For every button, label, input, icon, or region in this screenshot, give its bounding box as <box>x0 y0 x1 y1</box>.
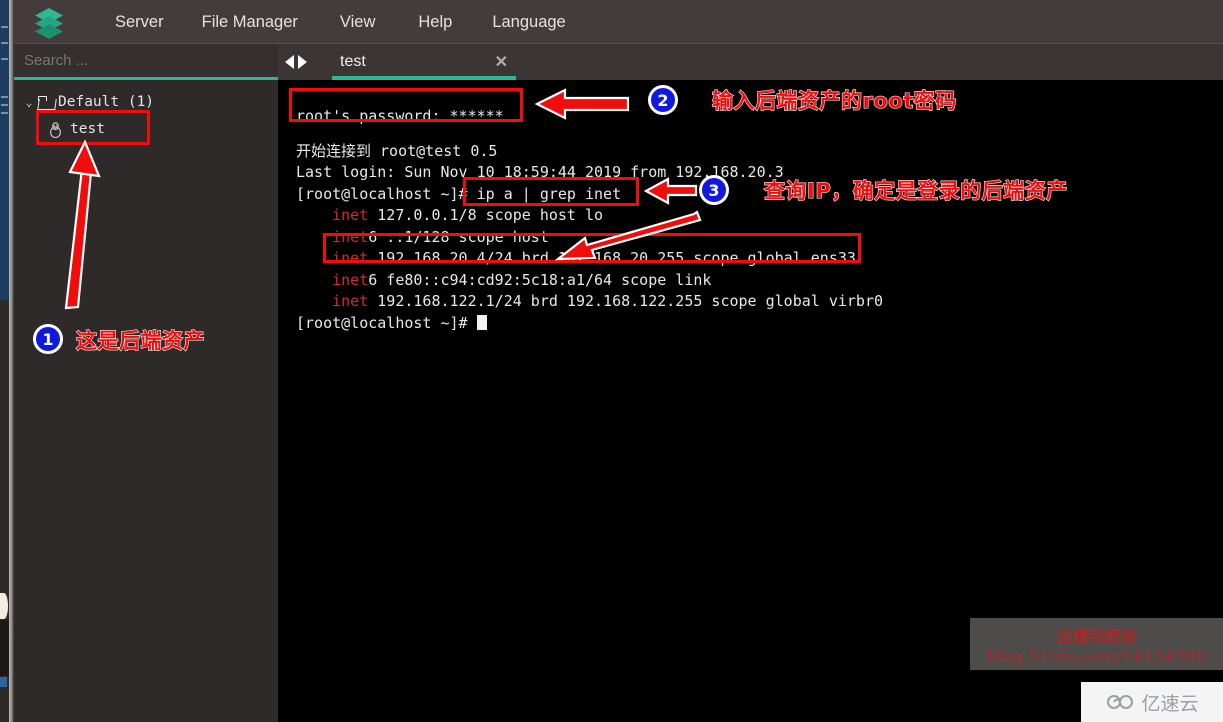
background-window-dark <box>0 620 9 676</box>
linux-tux-icon <box>50 121 61 138</box>
tree-group-default[interactable]: ⌄ Default (1) <box>14 89 278 115</box>
tree-item-label: test <box>70 121 105 137</box>
close-icon[interactable]: ✕ <box>495 52 508 72</box>
remote-terminal-app-window: Server File Manager View Help Language ⌄… <box>0 0 1223 722</box>
terminal-line: inet6 fe80::c94:cd92:5c18:a1/64 scope li… <box>296 270 1223 292</box>
menu-bar: Server File Manager View Help Language <box>9 0 1223 44</box>
terminal-match-text: inet <box>332 249 369 267</box>
app-logo <box>9 5 89 39</box>
terminal-match-text: inet <box>332 227 369 246</box>
search-accent-underline <box>14 77 278 80</box>
tree-item-test[interactable]: test <box>14 115 278 143</box>
tab-test[interactable]: test ✕ <box>314 44 522 80</box>
terminal-text: [root@localhost ~]# ip a | grep inet <box>296 184 622 203</box>
folder-open-icon <box>38 95 55 109</box>
sidebar: ⌄ Default (1) test <box>14 44 278 722</box>
watermark-author: 吕建钊原创 <box>1056 626 1137 646</box>
terminal-match-text: inet <box>332 292 369 310</box>
terminal-line: 开始连接到 root@test 0.5 <box>296 141 1223 163</box>
terminal-match-text: inet <box>332 270 369 289</box>
menu-item-server[interactable]: Server <box>115 13 164 32</box>
terminal-line: [root@localhost ~]# ip a | grep inet <box>296 184 1223 206</box>
terminal-line: root's password: ****** <box>296 106 1223 128</box>
window-edge-shadow <box>9 0 14 722</box>
background-window-lines <box>0 0 9 300</box>
terminal-text: 6 ::1/128 scope host <box>368 227 549 246</box>
terminal-text: [root@localhost ~]# <box>296 313 477 332</box>
terminal-text: 开始连接到 root@test 0.5 <box>296 141 498 160</box>
tab-bar-empty-space <box>522 44 1223 80</box>
menu-item-view[interactable]: View <box>340 13 375 32</box>
menu-bar-divider <box>9 43 1223 44</box>
tab-bar: test ✕ <box>278 44 1223 80</box>
terminal-match-text: inet <box>332 206 369 224</box>
menu-item-help[interactable]: Help <box>418 13 452 32</box>
terminal-line: Last login: Sun Nov 10 18:59:44 2019 fro… <box>296 162 1223 184</box>
menu-item-language[interactable]: Language <box>492 13 565 32</box>
server-tree: ⌄ Default (1) test <box>14 77 278 143</box>
tree-group-label: Default (1) <box>58 94 155 110</box>
terminal-cursor <box>476 314 487 330</box>
search-box[interactable] <box>14 44 278 80</box>
menu-item-file-manager[interactable]: File Manager <box>202 13 298 32</box>
terminal-text: 192.168.20.4/24 brd 192.168.20.255 scope… <box>368 249 856 267</box>
chevron-down-icon[interactable]: ⌄ <box>20 96 38 109</box>
terminal-text: 6 fe80::c94:cd92:5c18:a1/64 scope link <box>368 270 712 289</box>
left-right-arrows-icon[interactable] <box>281 53 311 71</box>
terminal-line: [root@localhost ~]# <box>296 313 1223 335</box>
site-brand-logo: 亿速云 <box>1081 682 1223 722</box>
tab-nav-arrows[interactable] <box>278 53 314 71</box>
background-window-dot <box>0 593 8 619</box>
terminal-line: inet 127.0.0.1/8 scope host lo <box>296 205 1223 227</box>
watermark-url: blog.51cto.com/14154700 <box>986 646 1207 666</box>
terminal-line: inet 192.168.122.1/24 brd 192.168.122.25… <box>296 291 1223 313</box>
search-input[interactable] <box>14 52 278 69</box>
terminal-text: Last login: Sun Nov 10 18:59:44 2019 fro… <box>296 163 784 181</box>
site-brand-label: 亿速云 <box>1141 692 1199 715</box>
terminal-line: inet6 ::1/128 scope host <box>296 227 1223 249</box>
terminal-text: 127.0.0.1/8 scope host lo <box>368 206 604 224</box>
background-window-dot-blue <box>0 677 7 687</box>
cloud-icon <box>1107 695 1134 709</box>
stacked-layers-logo-icon <box>35 8 63 39</box>
tab-active-underline <box>332 76 516 80</box>
watermark: 吕建钊原创 blog.51cto.com/14154700 <box>970 618 1223 670</box>
terminal-text: 192.168.122.1/24 brd 192.168.122.255 sco… <box>368 292 884 310</box>
tab-label: test <box>340 53 366 70</box>
terminal-line: inet 192.168.20.4/24 brd 192.168.20.255 … <box>296 248 1223 270</box>
terminal-text: root's password: ****** <box>296 107 504 125</box>
